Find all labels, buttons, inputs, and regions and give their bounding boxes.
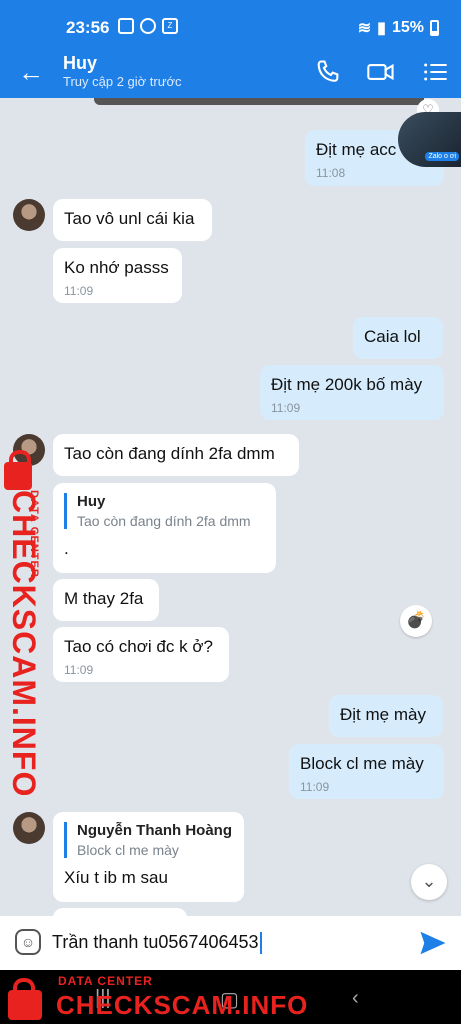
message-bubble[interactable]: Tao vô unl cái kia bbox=[53, 199, 212, 241]
gallery-icon bbox=[118, 18, 134, 34]
message-time: 11:09 bbox=[271, 401, 301, 415]
watermark-bottom: DATA CENTER CHECKSCAM.INFO bbox=[0, 966, 461, 1024]
message-text: Tao vô unl cái kia bbox=[64, 209, 195, 228]
message-time: 11:09 bbox=[300, 780, 330, 794]
floating-video-thumbnail[interactable]: Zalo o ơi bbox=[398, 112, 461, 167]
last-seen-status: Truy cập 2 giờ trước bbox=[63, 74, 182, 89]
message-bubble[interactable]: Caia lol bbox=[353, 317, 443, 359]
watermark-vertical: CHECKSCAM.INFO DATA CENTER bbox=[4, 450, 48, 797]
message-bubble[interactable]: Block cl me mày 11:09 bbox=[289, 744, 444, 799]
chat-area[interactable]: Địt mẹ acc 11:08 Tao vô unl cái kia Ko n… bbox=[0, 98, 461, 916]
message-text: M thay 2fa bbox=[64, 589, 144, 608]
video-call-icon[interactable] bbox=[366, 58, 396, 86]
message-text: Tao có chơi đc k ở? bbox=[64, 637, 213, 656]
avatar[interactable] bbox=[13, 812, 45, 844]
signal-icon: ▮ bbox=[377, 20, 386, 37]
scroll-down-icon[interactable]: ⌄ bbox=[411, 864, 447, 900]
message-text: Tao còn đang dính 2fa dmm bbox=[64, 444, 275, 463]
lock-icon bbox=[8, 978, 42, 1020]
message-text: Block cl me mày bbox=[300, 754, 424, 773]
watermark-big-text: CHECKSCAM.INFO bbox=[56, 990, 309, 1020]
back-arrow-icon[interactable]: ← bbox=[18, 57, 44, 87]
send-icon[interactable] bbox=[418, 928, 448, 958]
reply-quote[interactable]: Nguyễn Thanh Hoàng Block cl me mày bbox=[64, 822, 233, 858]
battery-icon bbox=[430, 20, 439, 36]
quote-text: Block cl me mày bbox=[77, 842, 179, 858]
menu-list-icon[interactable] bbox=[421, 58, 449, 86]
text-caret bbox=[259, 932, 262, 955]
message-bubble[interactable]: Tao còn đang dính 2fa dmm bbox=[53, 434, 299, 476]
message-input-bar: ☺ Trần thanh tu0567406453 bbox=[0, 916, 461, 970]
reply-quote[interactable]: Huy Tao còn đang dính 2fa dmm bbox=[64, 493, 265, 529]
message-text: Xíu t ib m sau bbox=[64, 868, 168, 887]
message-text: . bbox=[64, 539, 69, 558]
watermark-small-text: DATA CENTER bbox=[58, 974, 153, 988]
message-input-value: Trần thanh tu0567406453 bbox=[52, 932, 259, 952]
sync-icon bbox=[140, 18, 156, 34]
quote-text: Tao còn đang dính 2fa dmm bbox=[77, 513, 251, 529]
contact-name[interactable]: Huy bbox=[63, 53, 97, 74]
bomb-reaction-icon[interactable]: 💣 bbox=[400, 605, 432, 637]
message-bubble[interactable]: Ko nhớ passs 11:09 bbox=[53, 248, 182, 303]
message-bubble-partial[interactable] bbox=[53, 908, 187, 916]
message-time: 11:08 bbox=[316, 166, 346, 180]
wifi-icon: ≋ bbox=[357, 20, 372, 37]
status-time: 23:56 bbox=[66, 18, 110, 37]
message-text: Địt mẹ mày bbox=[340, 705, 426, 724]
floating-thumb-label: Zalo o ơi bbox=[425, 152, 459, 161]
message-input[interactable]: Trần thanh tu0567406453 bbox=[52, 932, 262, 955]
status-bar: 23:56 Z ≋ ▮ 15% bbox=[0, 0, 461, 48]
quote-author: Huy bbox=[77, 493, 106, 510]
message-bubble[interactable]: Huy Tao còn đang dính 2fa dmm . bbox=[53, 483, 276, 573]
message-bubble[interactable]: Tao có chơi đc k ở? 11:09 bbox=[53, 627, 229, 682]
message-bubble[interactable]: M thay 2fa bbox=[53, 579, 159, 621]
message-text: Caia lol bbox=[364, 327, 421, 346]
lock-icon bbox=[4, 450, 32, 490]
status-notification-icons: Z bbox=[118, 18, 178, 34]
chat-header: ← Huy Truy cập 2 giờ trước bbox=[0, 48, 461, 98]
status-right: ≋ ▮ 15% bbox=[358, 18, 439, 38]
message-text: Địt mẹ 200k bố mày bbox=[271, 375, 423, 394]
quote-author: Nguyễn Thanh Hoàng bbox=[77, 822, 232, 839]
watermark-small-text: DATA CENTER bbox=[28, 490, 40, 578]
avatar[interactable] bbox=[13, 199, 45, 231]
message-text: Ko nhớ passs bbox=[64, 258, 169, 277]
message-bubble[interactable]: Địt mẹ mày bbox=[329, 695, 443, 737]
emoji-sticker-icon[interactable]: ☺ bbox=[15, 929, 41, 955]
phone-call-icon[interactable] bbox=[314, 58, 342, 86]
message-time: 11:09 bbox=[64, 284, 94, 298]
battery-percent: 15% bbox=[391, 19, 424, 36]
previous-message-edge bbox=[94, 98, 424, 105]
message-bubble[interactable]: Địt mẹ 200k bố mày 11:09 bbox=[260, 365, 444, 420]
message-time: 11:09 bbox=[64, 663, 94, 677]
zalo-icon: Z bbox=[162, 18, 178, 34]
message-bubble[interactable]: Nguyễn Thanh Hoàng Block cl me mày Xíu t… bbox=[53, 812, 244, 902]
